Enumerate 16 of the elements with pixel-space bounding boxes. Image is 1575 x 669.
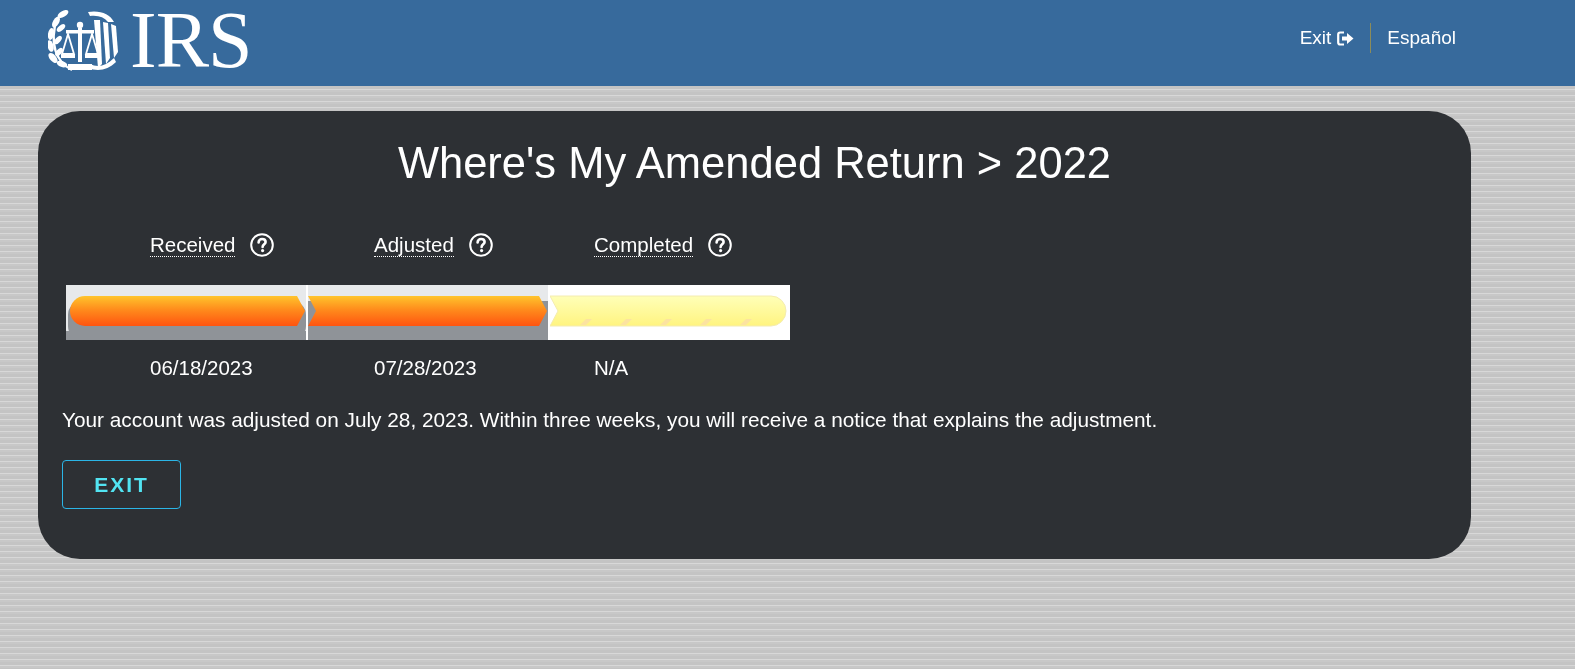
help-icon[interactable] [250, 233, 275, 257]
step-label: Received [150, 233, 236, 257]
step-date: 07/28/2023 [374, 356, 478, 380]
status-message: Your account was adjusted on July 28, 2023. Within three weeks, you will receive a notice that explains the adjustment. [62, 408, 1159, 432]
exit-button[interactable]: EXIT [62, 460, 181, 509]
language-link[interactable]: Español [1387, 27, 1456, 49]
step-label: Completed [594, 233, 694, 257]
help-icon[interactable] [708, 233, 733, 257]
step-date: 06/18/2023 [150, 356, 254, 380]
logo-text: IRS [130, 0, 252, 80]
help-icon[interactable] [468, 233, 493, 257]
sign-out-icon [1337, 30, 1355, 46]
step-label: Adjusted [374, 233, 454, 257]
page-title: Where's My Amended Return > 2022 [396, 138, 1113, 188]
step-date: N/A [594, 356, 630, 380]
exit-link[interactable]: Exit [1299, 27, 1355, 49]
